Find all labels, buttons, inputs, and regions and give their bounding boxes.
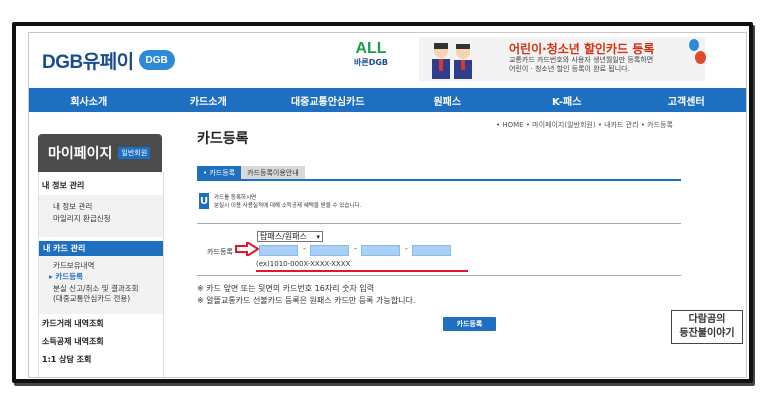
- chevron-down-icon: ▾: [316, 232, 320, 241]
- children-illustration-icon: [432, 43, 472, 79]
- nav-onepass[interactable]: 원패스: [388, 88, 508, 112]
- watermark-line1: 다람곰의: [688, 314, 726, 325]
- form-bottom-border: [197, 275, 681, 276]
- balloon-blue-icon: [689, 39, 699, 51]
- dash-2: -: [354, 244, 357, 253]
- sidebar-title: 마이페이지: [48, 146, 113, 162]
- nav-company[interactable]: 회사소개: [29, 88, 149, 112]
- tab-card-register[interactable]: • 카드등록: [197, 166, 242, 179]
- sidebar-item-card-register[interactable]: ▸ 카드등록: [49, 271, 83, 282]
- logo-badge: DGB: [138, 50, 175, 70]
- card-register-label: 카드등록: [207, 248, 233, 256]
- screenshot-frame: DGB유페이 DGB ALL 바른DGB 어린이·청소년 할인카드 등록 교통카…: [12, 22, 753, 383]
- note-prepaid: ※ 알뜰교통카드 선불카드 등록은 원패스 카드만 등록 가능합니다.: [197, 296, 416, 305]
- card-number-input-1[interactable]: [259, 245, 298, 256]
- card-number-example: (ex)1010-000X-XXXX-XXXX: [256, 260, 351, 268]
- sidebar-card-transactions[interactable]: 카드거래 내역조회: [42, 318, 104, 329]
- all-dgb-logo: ALL 바른DGB: [354, 41, 388, 68]
- tab-card-register-guide[interactable]: 카드등록이용안내: [241, 166, 305, 179]
- notice-u-icon: U: [199, 193, 209, 209]
- note-card-number: ※ 카드 앞면 또는 뒷면의 카드번호 16자리 숫자 입력: [197, 284, 375, 293]
- notice-line1: 카드를 등록하시면: [214, 195, 257, 201]
- all-sub: 바른DGB: [354, 58, 389, 67]
- sidebar-item-lost-report-note: (대중교통안심카드 전용): [53, 294, 131, 303]
- banner-title: 어린이·청소년 할인카드 등록: [509, 42, 655, 56]
- balloon-red-icon: [695, 51, 706, 64]
- notice-box: U 카드를 등록하시면 분실시 이용 사용실적에 대해 소득공제 혜택을 받을 …: [199, 190, 679, 212]
- card-type-select-value: 탑패스/원패스: [260, 232, 307, 241]
- sidebar-my-card[interactable]: 내 카드 관리: [39, 241, 163, 256]
- card-number-input-4[interactable]: [412, 245, 451, 256]
- tab-underline: [197, 179, 681, 181]
- nav-customer-center[interactable]: 고객센터: [627, 88, 747, 112]
- discount-card-banner[interactable]: 어린이·청소년 할인카드 등록 교통카드 카드번호와 사용자 생년월일만 등록하…: [419, 37, 706, 81]
- dash-3: -: [405, 244, 408, 253]
- dash-1: -: [303, 244, 306, 253]
- browser-page: DGB유페이 DGB ALL 바른DGB 어린이·청소년 할인카드 등록 교통카…: [28, 32, 747, 378]
- sidebar-qna[interactable]: 1:1 상담 조회: [42, 354, 91, 365]
- nav-safe-card[interactable]: 대중교통안심카드: [268, 88, 388, 112]
- red-underline: [256, 270, 468, 272]
- all-text: ALL: [355, 40, 387, 57]
- card-type-select[interactable]: 탑패스/원패스 ▾: [257, 231, 323, 242]
- nav-card-intro[interactable]: 카드소개: [149, 88, 269, 112]
- sidebar: 내 정보 관리 내 정보 관리 마일리지 환급신청 내 카드 관리 카드보유내역…: [38, 172, 164, 377]
- dgb-upay-logo[interactable]: DGB유페이 DGB: [42, 49, 175, 73]
- main-nav: 회사소개 카드소개 대중교통안심카드 원패스 K-패스 고객센터: [29, 88, 746, 112]
- blog-watermark: 다람곰의 등잔불이야기: [671, 310, 743, 344]
- sidebar-tax-deduction[interactable]: 소득공제 내역조회: [42, 336, 104, 347]
- card-number-input-3[interactable]: [361, 245, 400, 256]
- watermark-line2: 등잔불이야기: [679, 328, 735, 339]
- red-arrow-icon: [235, 242, 259, 256]
- card-number-input-2[interactable]: [310, 245, 349, 256]
- banner-desc-line2: 어린이 · 청소년 할인 등록이 완료 됩니다.: [509, 65, 630, 73]
- nav-kpass[interactable]: K-패스: [507, 88, 627, 112]
- sidebar-my-info[interactable]: 내 정보 관리: [42, 180, 84, 191]
- sidebar-header: 마이페이지 일반회원: [38, 134, 162, 172]
- notice-line2: 분실시 이용 사용실적에 대해 소득공제 혜택을 받을 수 있습니다.: [214, 203, 362, 209]
- breadcrumb: • HOME • 마이페이지(일반회원) • 내카드 관리 • 카드등록: [496, 121, 673, 129]
- sidebar-item-mileage[interactable]: 마일리지 환급신청: [53, 213, 111, 224]
- content-tabs: • 카드등록 카드등록이용안내: [197, 166, 305, 179]
- logo-text: DGB유페이: [42, 51, 134, 73]
- sidebar-item-my-info[interactable]: 내 정보 관리: [53, 201, 92, 212]
- sidebar-item-card-list[interactable]: 카드보유내역: [53, 260, 94, 271]
- banner-desc-line1: 교통카드 카드번호와 사용자 생년월일만 등록하면: [509, 56, 654, 64]
- form-top-border: [197, 223, 681, 224]
- page-title: 카드등록: [197, 131, 249, 147]
- member-badge: 일반회원: [118, 147, 151, 159]
- banner-desc: 교통카드 카드번호와 사용자 생년월일만 등록하면 어린이 · 청소년 할인 등…: [509, 56, 653, 74]
- sidebar-item-card-register-label: 카드등록: [55, 272, 83, 281]
- register-card-button[interactable]: 카드등록: [443, 317, 496, 331]
